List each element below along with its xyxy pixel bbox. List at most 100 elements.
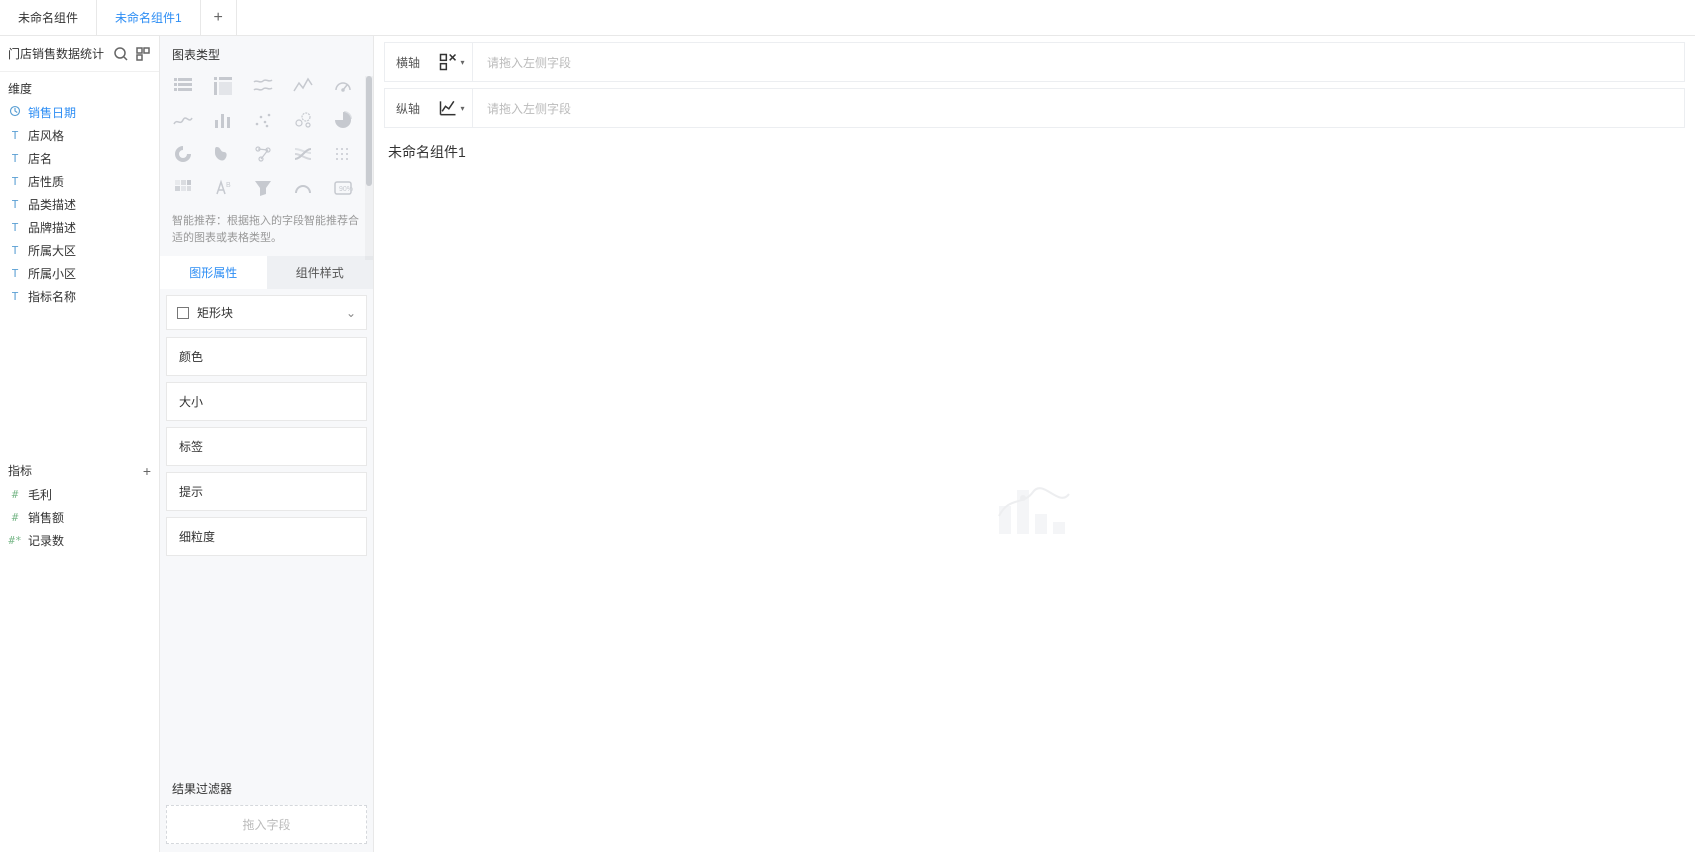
chart-type-cross-table-icon[interactable] [212,75,234,97]
tab-component-style[interactable]: 组件样式 [267,256,374,289]
chart-type-map-icon[interactable] [212,143,234,165]
datasource-title: 门店销售数据统计 [8,45,107,62]
prop-tooltip[interactable]: 提示 [166,472,367,511]
tab-label: 组件样式 [296,266,344,280]
tab-label: 未命名组件 [18,9,78,26]
chart-type-bubble-icon[interactable] [292,109,314,131]
chart-type-donut-icon[interactable] [172,143,194,165]
chart-type-heatmap-scatter-icon[interactable] [332,143,354,165]
chart-type-heatmap-icon[interactable] [172,177,194,199]
field-item[interactable]: 销售日期 [0,101,159,124]
chart-type-grid: B 90% [160,69,373,205]
field-item[interactable]: T所属小区 [0,262,159,285]
field-item[interactable]: #毛利 [0,483,159,506]
text-type-icon: T [8,267,22,280]
field-item[interactable]: T店风格 [0,124,159,147]
chart-type-trend-line-icon[interactable] [292,75,314,97]
dataset-icon[interactable] [135,46,151,62]
chart-type-header: 图表类型 [160,36,373,69]
prop-label: 颜色 [179,350,203,364]
tab-add-button[interactable]: + [201,0,237,35]
chart-type-text-icon[interactable]: B [212,177,234,199]
tab-component-1[interactable]: 未命名组件1 [97,0,201,35]
x-axis-type-selector[interactable]: ▾ [431,43,473,81]
result-filter-dropzone[interactable]: 拖入字段 [166,805,367,844]
clock-icon [8,105,22,120]
svg-text:90%: 90% [339,186,353,193]
field-label: 记录数 [28,532,64,549]
shape-label: 矩形块 [197,304,233,321]
chart-type-funnel-icon[interactable] [252,177,274,199]
field-label: 店名 [28,150,52,167]
text-type-icon: T [8,221,22,234]
field-item[interactable]: T 店名 [0,147,159,170]
field-label: 店风格 [28,127,64,144]
tab-graphic-properties[interactable]: 图形属性 [160,256,267,289]
axis-placeholder: 请拖入左侧字段 [487,56,571,70]
search-icon[interactable] [113,46,129,62]
dimensions-label: 维度 [8,80,32,97]
field-label: 品类描述 [28,196,76,213]
field-label: 店性质 [28,173,64,190]
chart-type-gauge-icon[interactable] [332,75,354,97]
config-sub-tabs: 图形属性 组件样式 [160,256,373,289]
field-item[interactable]: #销售额 [0,506,159,529]
result-filter-header: 结果过滤器 [160,770,373,801]
field-item[interactable]: T店性质 [0,170,159,193]
chart-type-sankey-icon[interactable] [292,143,314,165]
field-label: 销售额 [28,509,64,526]
field-item[interactable]: T品类描述 [0,193,159,216]
category-axis-icon [438,52,458,72]
measures-list: #毛利 #销售额 #*记录数 [0,483,159,852]
fields-panel: 门店销售数据统计 维度 销售日期 T店风格 T店名 T店性质 T品类描述 T品牌… [0,36,160,852]
field-label: 品牌描述 [28,219,76,236]
y-axis-type-selector[interactable]: ▾ [431,89,473,127]
y-axis-shelf: 纵轴 ▾ 请拖入左侧字段 [384,88,1685,128]
y-axis-dropzone[interactable]: 请拖入左侧字段 [473,100,1684,117]
chart-type-scrollbar-thumb[interactable] [366,76,372,186]
empty-chart-placeholder-icon [995,478,1075,541]
caret-down-icon: ▾ [460,104,464,113]
field-item[interactable]: T指标名称 [0,285,159,308]
add-measure-button[interactable]: + [143,463,151,479]
chart-type-scatter-icon[interactable] [252,109,274,131]
prop-granularity[interactable]: 细粒度 [166,517,367,556]
chart-type-group-table-icon[interactable] [172,75,194,97]
number-type-icon: # [8,488,22,501]
plus-icon: + [214,9,223,27]
dimensions-section-header: 维度 [0,72,159,101]
x-axis-label: 横轴 [385,54,431,71]
shape-selector[interactable]: 矩形块 ⌄ [166,295,367,330]
chart-type-bar-icon[interactable] [212,109,234,131]
tab-component-0[interactable]: 未命名组件 [0,0,97,35]
y-axis-label: 纵轴 [385,100,431,117]
chart-type-pie-icon[interactable] [332,109,354,131]
rectangle-icon [177,307,189,319]
chart-type-line-icon[interactable] [172,109,194,131]
field-item[interactable]: #* 记录数 [0,529,159,552]
prop-label[interactable]: 标签 [166,427,367,466]
datasource-header: 门店销售数据统计 [0,36,159,72]
chart-type-kpi-icon[interactable]: 90% [332,177,354,199]
chevron-down-icon: ⌄ [346,306,356,320]
svg-text:B: B [226,182,231,189]
x-axis-dropzone[interactable]: 请拖入左侧字段 [473,54,1684,71]
tab-label: 未命名组件1 [115,9,182,26]
chart-type-arc-icon[interactable] [292,177,314,199]
prop-size[interactable]: 大小 [166,382,367,421]
tab-label: 图形属性 [189,266,237,280]
field-label: 销售日期 [28,104,76,121]
chart-type-network-icon[interactable] [252,143,274,165]
chart-canvas [374,166,1695,852]
field-item[interactable]: T 所属大区 [0,239,159,262]
text-type-icon: T [8,152,22,165]
prop-color[interactable]: 颜色 [166,337,367,376]
text-type-icon: T [8,244,22,257]
field-label: 所属大区 [28,242,76,259]
prop-label: 提示 [179,485,203,499]
chart-type-multi-line-icon[interactable] [252,75,274,97]
field-item[interactable]: T 品牌描述 [0,216,159,239]
measures-section-header: 指标 + [0,454,159,483]
count-type-icon: #* [8,534,22,547]
config-panel: 图表类型 [160,36,374,852]
